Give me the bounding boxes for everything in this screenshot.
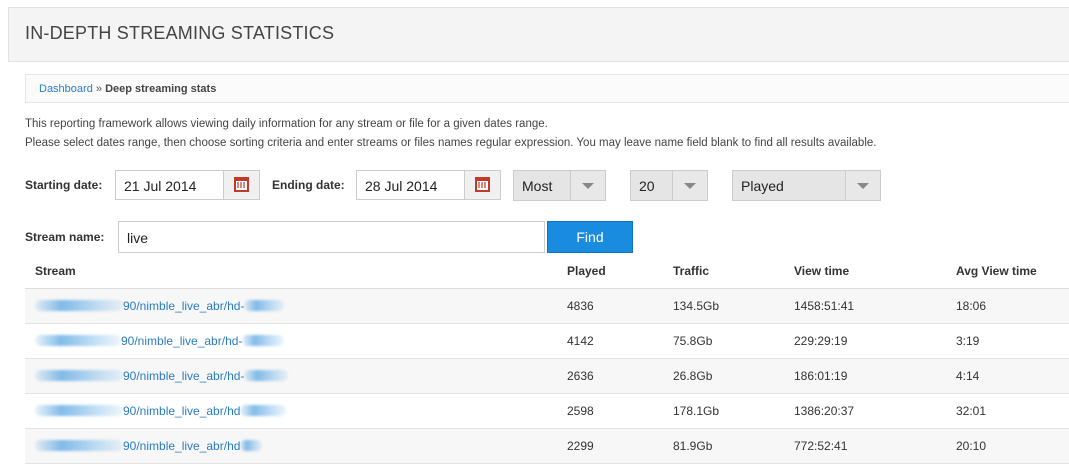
redacted-suffix xyxy=(244,370,289,382)
stream-cell: 90/nimble_live_abr/hd xyxy=(25,428,567,464)
avg-view-time-cell: 32:01 xyxy=(956,393,1069,429)
avg-view-time-cell: 4:14 xyxy=(956,358,1069,394)
view-time-cell: 229:29:19 xyxy=(794,323,956,359)
redacted-host xyxy=(35,300,123,312)
breadcrumb-separator: » xyxy=(92,83,106,95)
ending-date-calendar-button[interactable] xyxy=(464,171,500,199)
chevron-down-icon xyxy=(857,183,869,189)
view-time-cell: 1458:51:41 xyxy=(794,288,956,324)
played-cell: 4142 xyxy=(567,323,673,359)
stream-name-value: live xyxy=(127,230,149,246)
starting-date-calendar-button[interactable] xyxy=(223,171,259,199)
col-view-time-header[interactable]: View time xyxy=(794,254,956,289)
col-traffic-header[interactable]: Traffic xyxy=(673,254,794,289)
table-row: 90/nimble_live_abr/hd 2299 81.9Gb 772:52… xyxy=(25,428,1069,464)
redacted-host xyxy=(35,335,121,347)
starting-date-input[interactable]: 21 Jul 2014 xyxy=(115,170,260,200)
col-stream-header[interactable]: Stream xyxy=(25,254,567,289)
sort-metric-select[interactable]: Played xyxy=(732,170,881,201)
avg-view-time-cell: 3:19 xyxy=(956,323,1069,359)
table-row: 90/nimble_live_abr/hd- 4836 134.5Gb 1458… xyxy=(25,288,1069,324)
starting-date-label: Starting date: xyxy=(25,178,103,192)
view-time-cell: 186:01:19 xyxy=(794,358,956,394)
traffic-cell: 81.9Gb xyxy=(673,428,794,464)
breadcrumb-dashboard-link[interactable]: Dashboard xyxy=(39,83,93,95)
ending-date-value: 28 Jul 2014 xyxy=(365,178,438,194)
ending-date-input[interactable]: 28 Jul 2014 xyxy=(356,170,501,200)
description-line-1: This reporting framework allows viewing … xyxy=(25,118,548,130)
traffic-cell: 178.1Gb xyxy=(673,393,794,429)
avg-view-time-cell: 20:10 xyxy=(956,428,1069,464)
redacted-suffix xyxy=(240,440,263,452)
col-played-header[interactable]: Played xyxy=(567,254,673,289)
traffic-cell: 75.8Gb xyxy=(673,323,794,359)
col-avg-view-time-header[interactable]: Avg View time xyxy=(956,254,1069,289)
table-header-row: Stream Played Traffic View time Avg View… xyxy=(25,254,1069,289)
stream-cell: 90/nimble_live_abr/hd- xyxy=(25,323,567,359)
description-line-2: Please select dates range, then choose s… xyxy=(25,137,877,149)
sort-order-value: Most xyxy=(522,178,553,194)
calendar-icon xyxy=(234,177,249,192)
table-row: 90/nimble_live_abr/hd- 4142 75.8Gb 229:2… xyxy=(25,323,1069,359)
sort-order-select[interactable]: Most xyxy=(513,170,606,201)
stream-cell: 90/nimble_live_abr/hd- xyxy=(25,288,567,324)
stream-link[interactable]: 90/nimble_live_abr/hd- xyxy=(121,334,242,348)
view-time-cell: 1386:20:37 xyxy=(794,393,956,429)
played-cell: 2299 xyxy=(567,428,673,464)
stream-name-label: Stream name: xyxy=(25,230,105,244)
chevron-down-icon xyxy=(582,183,594,189)
find-button[interactable]: Find xyxy=(547,221,633,253)
stream-cell: 90/nimble_live_abr/hd xyxy=(25,393,567,429)
redacted-host xyxy=(35,370,123,382)
redacted-suffix xyxy=(244,300,285,312)
avg-view-time-cell: 18:06 xyxy=(956,288,1069,324)
starting-date-value: 21 Jul 2014 xyxy=(124,178,197,194)
stream-cell: 90/nimble_live_abr/hd- xyxy=(25,358,567,394)
breadcrumb-current: Deep streaming stats xyxy=(105,83,217,95)
page-header: IN-DEPTH STREAMING STATISTICS xyxy=(8,7,1069,62)
stream-link[interactable]: 90/nimble_live_abr/hd xyxy=(123,404,240,418)
stream-link[interactable]: 90/nimble_live_abr/hd- xyxy=(123,369,244,383)
traffic-cell: 26.8Gb xyxy=(673,358,794,394)
redacted-suffix xyxy=(240,405,287,417)
stats-table: Stream Played Traffic View time Avg View… xyxy=(25,254,1069,464)
ending-date-label: Ending date: xyxy=(272,178,345,192)
table-row: 90/nimble_live_abr/hd 2598 178.1Gb 1386:… xyxy=(25,393,1069,429)
table-row: 90/nimble_live_abr/hd- 2636 26.8Gb 186:0… xyxy=(25,358,1069,394)
played-cell: 2598 xyxy=(567,393,673,429)
result-limit-select[interactable]: 20 xyxy=(630,170,708,201)
redacted-suffix xyxy=(242,335,285,347)
sort-metric-value: Played xyxy=(741,178,784,194)
traffic-cell: 134.5Gb xyxy=(673,288,794,324)
calendar-icon xyxy=(475,177,490,192)
redacted-host xyxy=(35,440,123,452)
redacted-host xyxy=(35,405,123,417)
stream-name-input[interactable]: live xyxy=(118,221,545,253)
page-title: IN-DEPTH STREAMING STATISTICS xyxy=(25,23,335,43)
stream-link[interactable]: 90/nimble_live_abr/hd- xyxy=(123,299,244,313)
chevron-down-icon xyxy=(684,183,696,189)
result-limit-value: 20 xyxy=(639,178,655,194)
breadcrumb: Dashboard » Deep streaming stats xyxy=(25,74,1069,103)
view-time-cell: 772:52:41 xyxy=(794,428,956,464)
played-cell: 2636 xyxy=(567,358,673,394)
played-cell: 4836 xyxy=(567,288,673,324)
stream-link[interactable]: 90/nimble_live_abr/hd xyxy=(123,439,240,453)
